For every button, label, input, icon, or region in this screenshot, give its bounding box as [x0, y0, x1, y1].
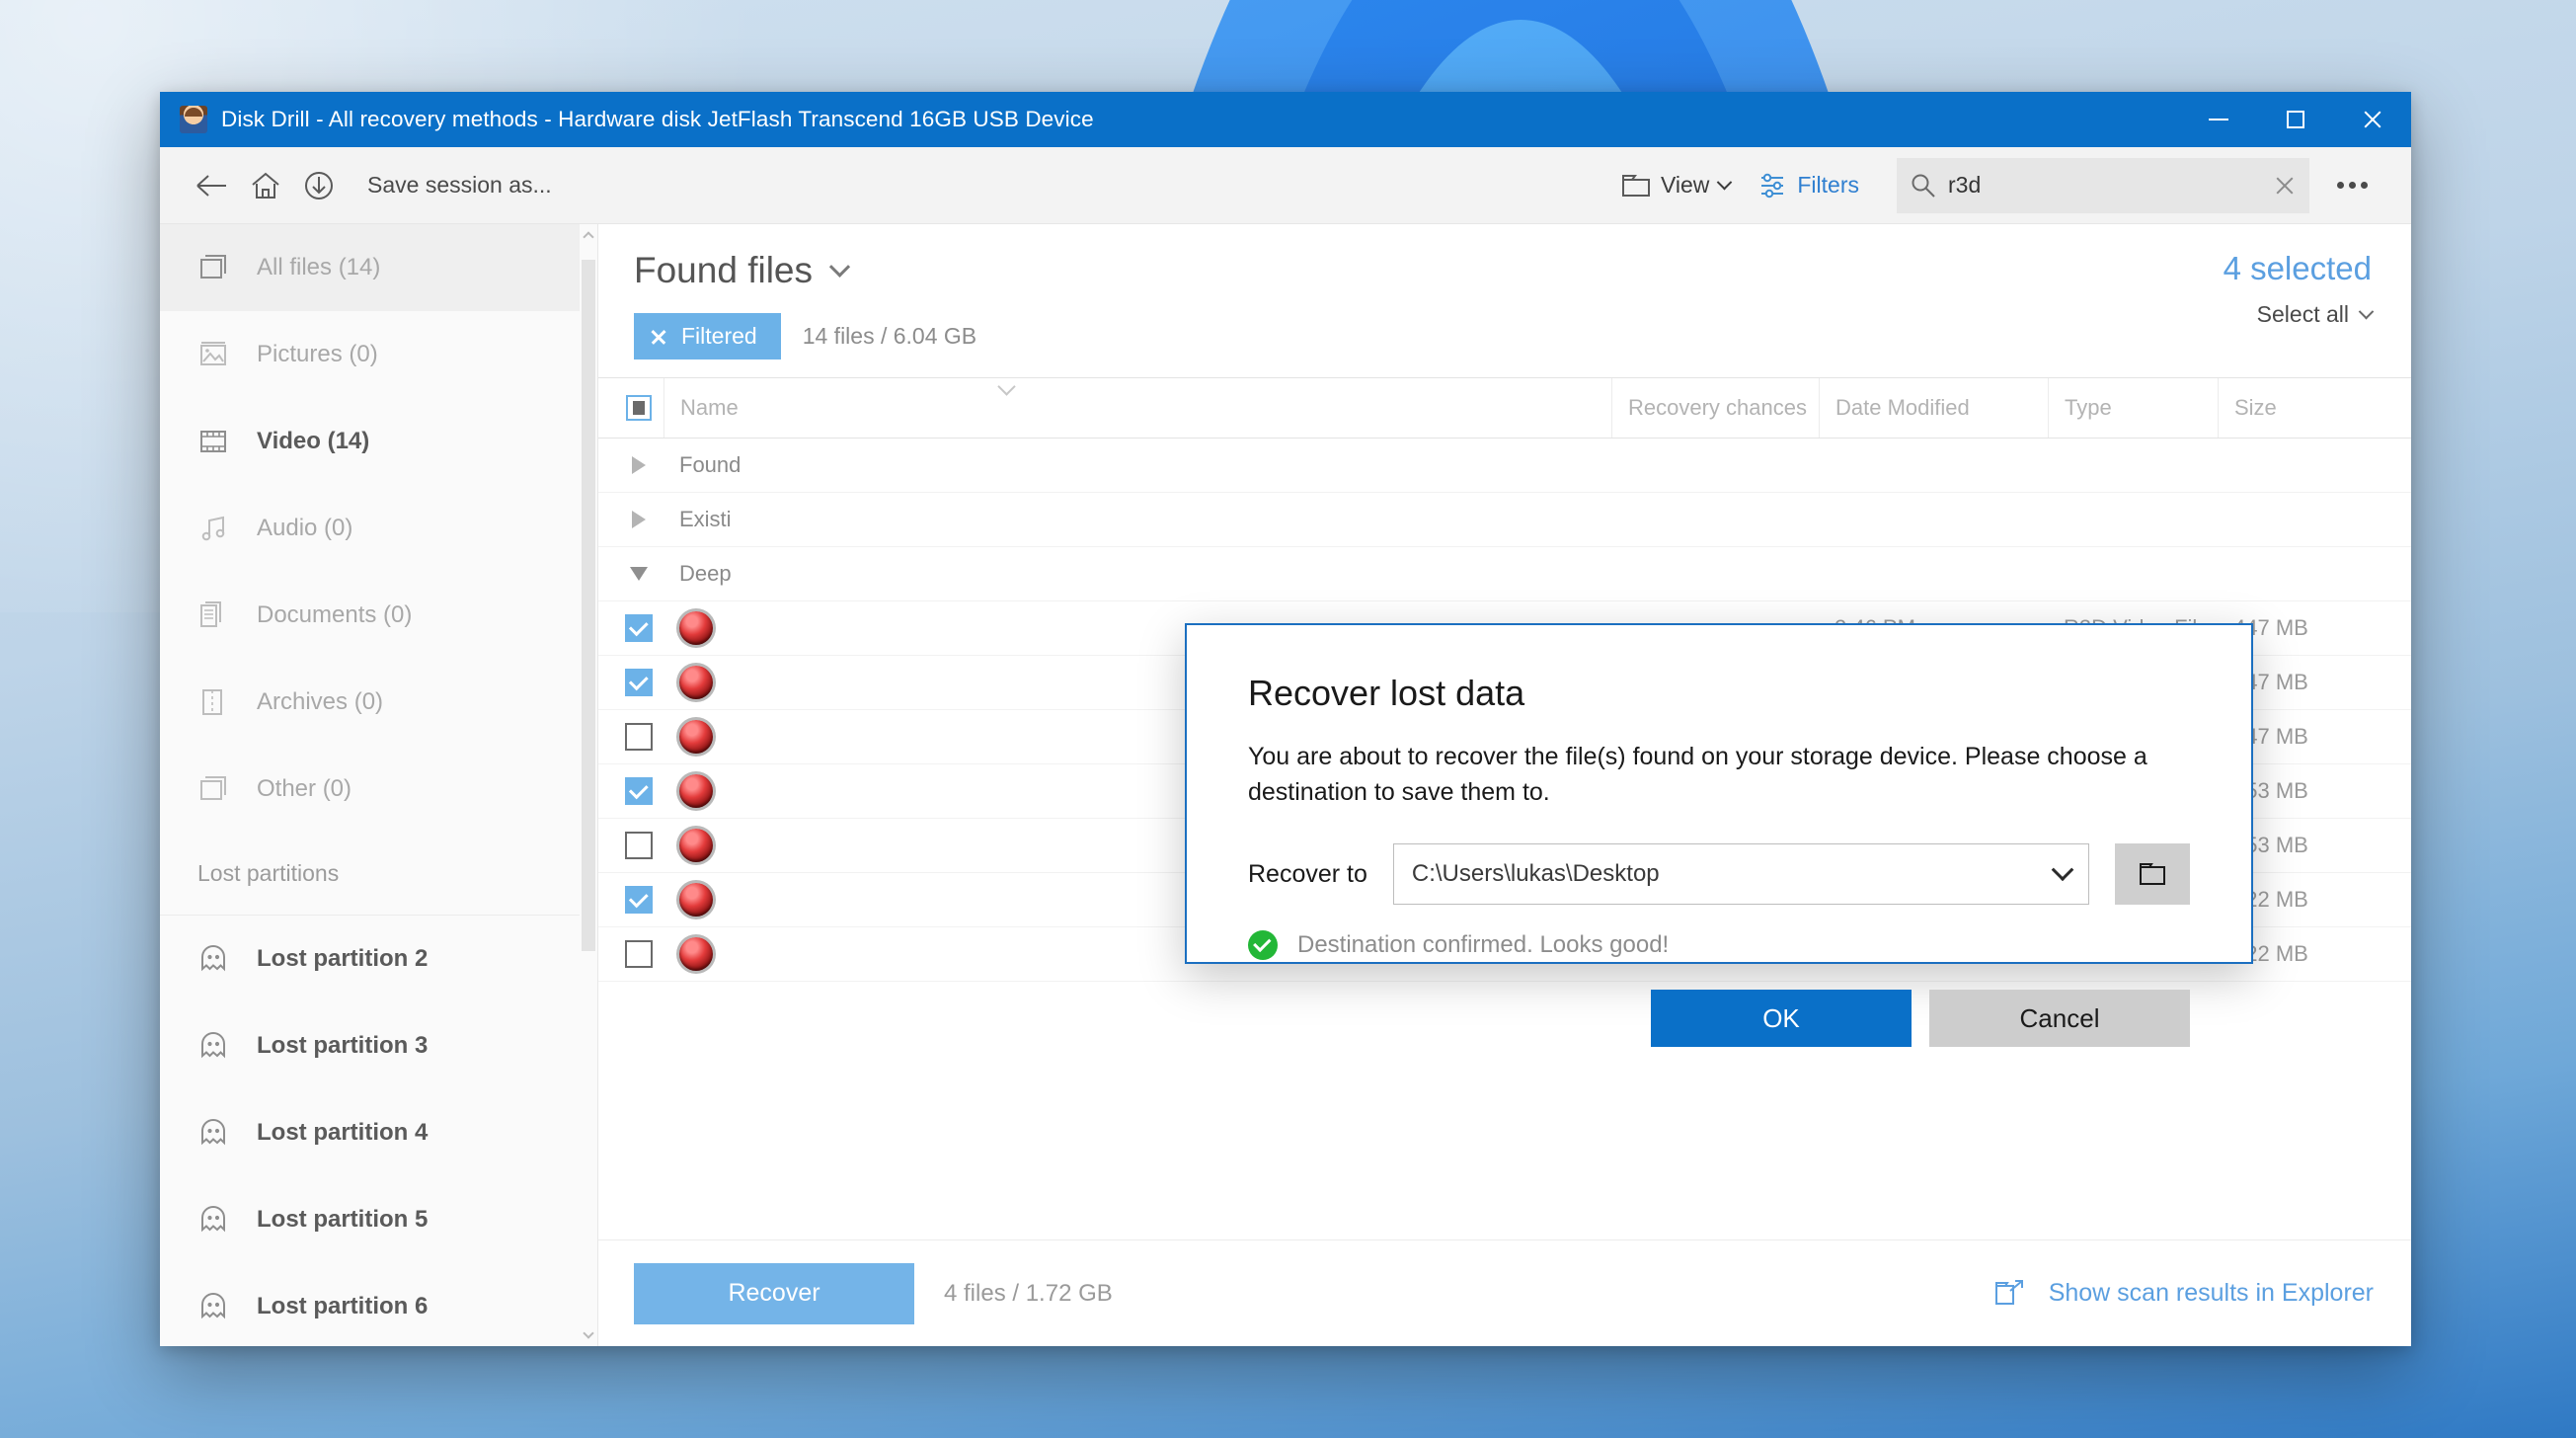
modal-layer: Recover lost data You are about to recov… [598, 224, 2411, 1346]
ghost-icon [197, 1031, 231, 1061]
chevron-up-icon [583, 231, 594, 243]
success-check-icon [1248, 930, 1278, 960]
clear-search-icon[interactable] [2274, 175, 2296, 197]
more-options-button[interactable] [2319, 168, 2385, 202]
dialog-body-text: You are about to recover the file(s) fou… [1248, 743, 2147, 806]
sidebar-label-archives: Archives (0) [257, 688, 384, 715]
sidebar-item-lost-partition-6[interactable]: Lost partition 6 [160, 1263, 580, 1346]
ghost-icon [197, 944, 231, 974]
save-session-button[interactable]: Save session as... [357, 164, 562, 206]
close-icon [2362, 109, 2383, 130]
ghost-icon [197, 1118, 231, 1148]
chevron-down-icon [583, 1327, 594, 1339]
filters-label: Filters [1797, 172, 1859, 198]
sidebar-label-all-files: All files (14) [257, 254, 381, 280]
sidebar-label-lost-partition-4: Lost partition 4 [257, 1119, 429, 1146]
back-button[interactable] [186, 159, 239, 212]
sidebar-item-all-files[interactable]: All files (14) [160, 224, 580, 311]
sidebar-scroll-content: All files (14) Pictures (0) Video (14) A… [160, 224, 580, 1346]
sidebar-item-documents[interactable]: Documents (0) [160, 572, 580, 659]
music-icon [197, 514, 231, 543]
minimize-icon [2209, 119, 2228, 120]
scrollbar-thumb[interactable] [582, 260, 595, 951]
files-icon [197, 253, 231, 282]
maximize-icon [2287, 111, 2304, 128]
destination-path-value: C:\Users\lukas\Desktop [1411, 860, 1660, 887]
document-icon [197, 600, 231, 630]
sidebar-label-audio: Audio (0) [257, 515, 353, 541]
search-input[interactable] [1948, 172, 2262, 199]
sidebar-label-lost-partition-6: Lost partition 6 [257, 1293, 429, 1319]
recover-to-label: Recover to [1248, 859, 1367, 888]
window-body: All files (14) Pictures (0) Video (14) A… [160, 224, 2411, 1346]
sidebar: All files (14) Pictures (0) Video (14) A… [160, 224, 598, 1346]
window-title: Disk Drill - All recovery methods - Hard… [221, 107, 1094, 131]
view-label: View [1660, 172, 1710, 198]
dot-2 [2349, 182, 2356, 189]
folder-icon [1621, 174, 1650, 197]
scroll-down-button[interactable] [580, 1322, 597, 1344]
sidebar-item-lost-partition-3[interactable]: Lost partition 3 [160, 1002, 580, 1089]
filters-button[interactable]: Filters [1744, 162, 1873, 209]
recover-to-row: Recover to C:\Users\lukas\Desktop [1248, 843, 2190, 905]
sidebar-item-audio[interactable]: Audio (0) [160, 485, 580, 572]
sidebar-label-documents: Documents (0) [257, 601, 413, 628]
sidebar-item-pictures[interactable]: Pictures (0) [160, 311, 580, 398]
home-button[interactable] [239, 159, 292, 212]
film-icon [197, 427, 231, 456]
sidebar-label-lost-partition-3: Lost partition 3 [257, 1032, 429, 1059]
close-button[interactable] [2334, 92, 2411, 147]
chevron-down-icon[interactable] [2051, 858, 2074, 882]
picture-icon [197, 340, 231, 369]
disk-drill-window: Disk Drill - All recovery methods - Hard… [160, 92, 2411, 1346]
sidebar-item-lost-partition-4[interactable]: Lost partition 4 [160, 1089, 580, 1176]
cancel-button[interactable]: Cancel [1929, 990, 2190, 1047]
main-panel: Found files Filtered 14 files / 6.04 GB … [598, 224, 2411, 1346]
folder-icon [2140, 863, 2165, 885]
sidebar-item-video[interactable]: Video (14) [160, 398, 580, 485]
sidebar-section-lost-partitions: Lost partitions [160, 833, 580, 916]
browse-folder-button[interactable] [2115, 843, 2190, 905]
destination-combobox[interactable]: C:\Users\lukas\Desktop [1392, 843, 2089, 905]
sidebar-item-archives[interactable]: Archives (0) [160, 659, 580, 746]
sidebar-label-pictures: Pictures (0) [257, 341, 378, 367]
search-box[interactable] [1897, 157, 2309, 213]
files-icon [197, 774, 231, 804]
sidebar-label-lost-partition-5: Lost partition 5 [257, 1206, 429, 1233]
save-session-icon-button[interactable] [292, 159, 346, 212]
home-icon [252, 172, 279, 199]
destination-status-message: Destination confirmed. Looks good! [1297, 931, 1670, 958]
ok-button[interactable]: OK [1651, 990, 1912, 1047]
title-bar: Disk Drill - All recovery methods - Hard… [160, 92, 2411, 147]
arrow-left-icon [196, 174, 226, 197]
archive-icon [197, 687, 231, 717]
dialog-buttons: OK Cancel [1248, 990, 2190, 1047]
app-logo-icon [180, 106, 207, 133]
chevron-down-icon [1717, 174, 1733, 191]
toolbar: Save session as... View Filters [160, 147, 2411, 224]
sidebar-item-lost-partition-2[interactable]: Lost partition 2 [160, 916, 580, 1002]
sliders-icon [1761, 173, 1784, 198]
view-button[interactable]: View [1607, 162, 1744, 208]
sidebar-label-other: Other (0) [257, 775, 352, 802]
sidebar-item-lost-partition-5[interactable]: Lost partition 5 [160, 1176, 580, 1263]
window-controls [2180, 92, 2411, 147]
ghost-icon [197, 1205, 231, 1235]
sidebar-label-lost-partition-2: Lost partition 2 [257, 945, 429, 972]
minimize-button[interactable] [2180, 92, 2257, 147]
sidebar-item-other[interactable]: Other (0) [160, 746, 580, 833]
destination-status-row: Destination confirmed. Looks good! [1248, 930, 2190, 960]
dot-1 [2337, 182, 2344, 189]
search-icon [1912, 174, 1935, 198]
dialog-title: Recover lost data [1248, 673, 1525, 713]
maximize-button[interactable] [2257, 92, 2334, 147]
sidebar-label-video: Video (14) [257, 428, 370, 454]
recover-lost-data-dialog: Recover lost data You are about to recov… [1185, 623, 2253, 1047]
sidebar-scrollbar[interactable] [580, 224, 597, 1346]
dot-3 [2361, 182, 2368, 189]
ghost-icon [197, 1292, 231, 1321]
toolbar-right-group: View Filters [1607, 157, 2385, 213]
download-circle-icon [305, 171, 333, 200]
scroll-up-button[interactable] [580, 226, 597, 248]
